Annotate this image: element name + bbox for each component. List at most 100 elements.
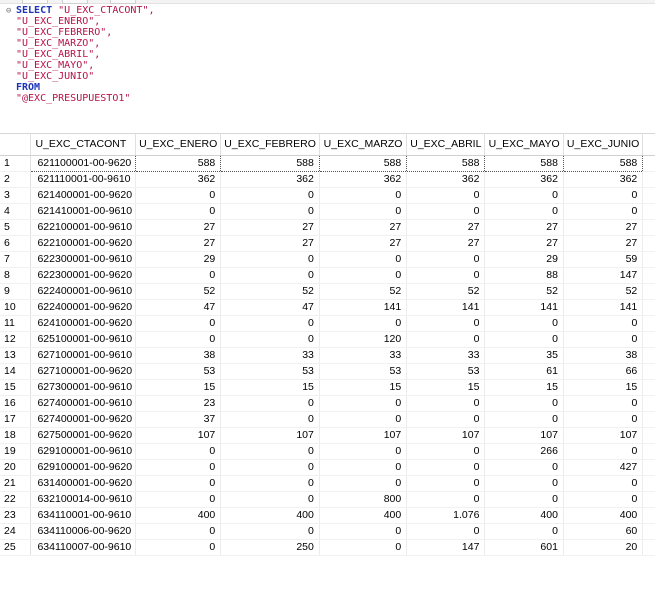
table-row[interactable]: 4 621410001-00-9610 0 0 0 0 0 0 <box>0 203 655 220</box>
value-cell[interactable]: 38 <box>135 347 222 364</box>
value-cell[interactable]: 33 <box>319 347 408 364</box>
account-cell[interactable]: 632100014-00-9610 <box>30 491 137 508</box>
value-cell[interactable]: 1.076 <box>406 507 486 524</box>
value-cell[interactable]: 0 <box>319 315 408 332</box>
value-cell[interactable]: 0 <box>319 203 408 220</box>
account-cell[interactable]: 627100001-00-9610 <box>30 347 137 364</box>
row-number[interactable]: 15 <box>0 379 32 396</box>
column-header[interactable]: U_EXC_ENERO <box>135 134 222 156</box>
value-cell[interactable]: 0 <box>135 315 222 332</box>
value-cell[interactable]: 250 <box>220 539 320 556</box>
value-cell[interactable]: 52 <box>563 283 644 300</box>
value-cell[interactable]: 427 <box>563 459 644 476</box>
table-row[interactable]: 13 627100001-00-9610 38 33 33 33 35 38 <box>0 347 655 364</box>
value-cell[interactable]: 0 <box>220 523 320 540</box>
value-cell[interactable]: 60 <box>563 523 644 540</box>
column-header[interactable]: U_EXC_MARZO <box>319 134 408 156</box>
value-cell[interactable]: 0 <box>563 331 644 348</box>
value-cell[interactable]: 0 <box>406 523 486 540</box>
value-cell[interactable]: 0 <box>406 331 486 348</box>
value-cell[interactable]: 0 <box>220 443 320 460</box>
value-cell[interactable]: 0 <box>135 203 222 220</box>
column-header[interactable]: U_EXC_JUNIO <box>563 134 644 156</box>
account-cell[interactable]: 622400001-00-9610 <box>30 283 137 300</box>
value-cell[interactable]: 0 <box>319 267 408 284</box>
value-cell[interactable]: 59 <box>563 251 644 268</box>
value-cell[interactable]: 0 <box>563 475 644 492</box>
value-cell[interactable]: 0 <box>484 187 564 204</box>
value-cell[interactable]: 38 <box>563 347 644 364</box>
results-grid[interactable]: U_EXC_CTACONT U_EXC_ENERO U_EXC_FEBRERO U_E… <box>0 133 655 594</box>
value-cell[interactable]: 27 <box>484 219 564 236</box>
value-cell[interactable]: 52 <box>319 283 408 300</box>
table-row[interactable]: 21 631400001-00-9620 0 0 0 0 0 0 <box>0 475 655 492</box>
sql-editor[interactable]: ⊖ SELECT "U_EXC_CTACONT", "U_EXC_ENERO", "U… <box>0 0 655 132</box>
table-row[interactable]: 3 621400001-00-9620 0 0 0 0 0 0 <box>0 187 655 204</box>
value-cell[interactable]: 0 <box>484 203 564 220</box>
value-cell[interactable]: 400 <box>220 507 320 524</box>
value-cell[interactable]: 0 <box>484 315 564 332</box>
value-cell[interactable]: 400 <box>135 507 222 524</box>
value-cell[interactable]: 0 <box>135 539 222 556</box>
row-number[interactable]: 11 <box>0 315 32 332</box>
row-number[interactable]: 12 <box>0 331 32 348</box>
value-cell[interactable]: 107 <box>220 427 320 444</box>
value-cell[interactable]: 0 <box>220 491 320 508</box>
value-cell[interactable]: 0 <box>406 459 486 476</box>
value-cell[interactable]: 35 <box>484 347 564 364</box>
row-number[interactable]: 1 <box>0 155 32 172</box>
account-cell[interactable]: 622300001-00-9620 <box>30 267 137 284</box>
column-header[interactable]: U_EXC_CTACONT <box>30 134 137 156</box>
toolbar-tab[interactable] <box>110 0 136 4</box>
account-cell[interactable]: 621100001-00-9620 <box>30 154 137 172</box>
table-row[interactable]: 15 627300001-00-9610 15 15 15 15 15 15 <box>0 379 655 396</box>
value-cell[interactable]: 15 <box>484 379 564 396</box>
value-cell[interactable]: 362 <box>135 171 222 188</box>
value-cell[interactable]: 107 <box>406 427 486 444</box>
value-cell[interactable]: 27 <box>484 235 564 252</box>
row-number[interactable]: 4 <box>0 203 32 220</box>
value-cell[interactable]: 147 <box>563 267 644 284</box>
value-cell[interactable]: 362 <box>406 171 486 188</box>
value-cell[interactable]: 0 <box>220 251 320 268</box>
table-row[interactable]: 23 634110001-00-9610 400 400 400 1.076 400 400 <box>0 507 655 524</box>
row-number[interactable]: 3 <box>0 187 32 204</box>
account-cell[interactable]: 627400001-00-9620 <box>30 411 137 428</box>
value-cell[interactable]: 0 <box>220 267 320 284</box>
value-cell[interactable]: 141 <box>563 299 644 316</box>
table-row[interactable]: 17 627400001-00-9620 37 0 0 0 0 0 <box>0 411 655 428</box>
value-cell[interactable]: 0 <box>319 539 408 556</box>
value-cell[interactable]: 0 <box>563 491 644 508</box>
table-row[interactable]: 12 625100001-00-9610 0 0 120 0 0 0 <box>0 331 655 348</box>
value-cell[interactable]: 53 <box>319 363 408 380</box>
value-cell[interactable]: 0 <box>563 315 644 332</box>
value-cell[interactable]: 0 <box>406 187 486 204</box>
value-cell[interactable]: 0 <box>135 267 222 284</box>
sql-code[interactable]: ⊖ SELECT "U_EXC_CTACONT", "U_EXC_ENERO", "U… <box>0 4 655 109</box>
value-cell[interactable]: 0 <box>484 491 564 508</box>
account-cell[interactable]: 634110006-00-9620 <box>30 523 137 540</box>
table-row[interactable]: 1 621100001-00-9620 588 588 588 588 588 588 <box>0 154 655 172</box>
value-cell[interactable]: 23 <box>135 395 222 412</box>
value-cell[interactable]: 53 <box>135 363 222 380</box>
value-cell[interactable]: 0 <box>135 475 222 492</box>
row-number[interactable]: 7 <box>0 251 32 268</box>
value-cell[interactable]: 362 <box>484 171 564 188</box>
value-cell[interactable]: 52 <box>135 283 222 300</box>
value-cell[interactable]: 52 <box>406 283 486 300</box>
row-number[interactable]: 13 <box>0 347 32 364</box>
value-cell[interactable]: 107 <box>319 427 408 444</box>
value-cell[interactable]: 266 <box>484 443 564 460</box>
value-cell[interactable]: 0 <box>135 331 222 348</box>
value-cell[interactable]: 400 <box>563 507 644 524</box>
table-row[interactable]: 19 629100001-00-9610 0 0 0 0 266 0 <box>0 443 655 460</box>
value-cell[interactable]: 0 <box>563 411 644 428</box>
value-cell[interactable]: 27 <box>220 219 320 236</box>
account-cell[interactable]: 621400001-00-9620 <box>30 187 137 204</box>
value-cell[interactable]: 362 <box>563 171 644 188</box>
value-cell[interactable]: 0 <box>220 395 320 412</box>
value-cell[interactable]: 362 <box>220 171 320 188</box>
value-cell[interactable]: 0 <box>220 203 320 220</box>
value-cell[interactable]: 0 <box>563 443 644 460</box>
row-number[interactable]: 6 <box>0 235 32 252</box>
